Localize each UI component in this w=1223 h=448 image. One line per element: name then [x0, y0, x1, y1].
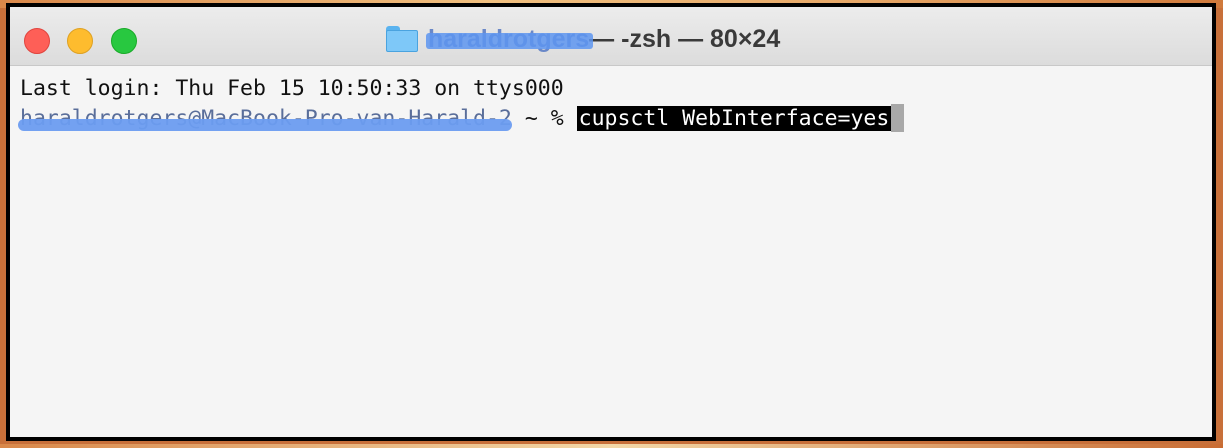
terminal-window: haraldrotgers — -zsh — 80×24 Last login:… — [6, 3, 1216, 441]
terminal-output[interactable]: Last login: Thu Feb 15 10:50:33 on ttys0… — [10, 66, 1212, 437]
redacted-prompt-user: haraldrotgers@MacBook-Pro-van-Harald-2 — [18, 106, 512, 131]
folder-icon — [386, 26, 418, 52]
background-bottom — [0, 444, 1223, 448]
text-cursor — [891, 104, 905, 132]
selected-command[interactable]: cupsctl WebInterface=yes — [576, 106, 892, 131]
titlebar[interactable]: haraldrotgers — -zsh — 80×24 — [10, 7, 1212, 66]
window-title: haraldrotgers — -zsh — 80×24 — [386, 23, 780, 55]
redacted-title-username: haraldrotgers — [426, 25, 594, 54]
minimize-button[interactable] — [67, 28, 93, 54]
prompt-suffix: ~ % — [511, 106, 577, 131]
redaction-bar — [18, 119, 512, 131]
zoom-button[interactable] — [111, 28, 137, 54]
window-content: haraldrotgers — -zsh — 80×24 Last login:… — [10, 7, 1212, 437]
title-suffix: — -zsh — 80×24 — [589, 24, 781, 53]
close-button[interactable] — [24, 28, 50, 54]
redaction-bar — [426, 32, 594, 49]
prompt-line: haraldrotgers@MacBook-Pro-van-Harald-2 ~… — [18, 104, 1202, 134]
last-login-line: Last login: Thu Feb 15 10:50:33 on ttys0… — [20, 76, 564, 101]
